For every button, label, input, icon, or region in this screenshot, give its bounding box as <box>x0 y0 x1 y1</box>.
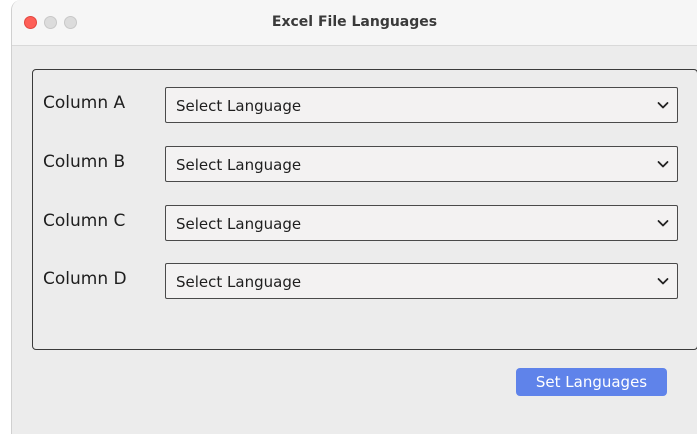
language-select-value: Select Language <box>176 215 302 233</box>
language-select-column-b[interactable]: Select Language <box>165 146 678 182</box>
set-languages-button[interactable]: Set Languages <box>516 368 667 396</box>
language-select-value: Select Language <box>176 97 302 115</box>
title-bar[interactable]: Excel File Languages <box>12 0 697 46</box>
chevron-down-icon <box>657 278 669 285</box>
window-title: Excel File Languages <box>271 14 438 30</box>
column-label-c: Column C <box>43 211 126 231</box>
chevron-down-icon <box>657 102 669 109</box>
chevron-down-icon <box>657 161 669 168</box>
language-select-column-c[interactable]: Select Language <box>165 205 678 241</box>
language-select-column-a[interactable]: Select Language <box>165 87 678 123</box>
column-label-b: Column B <box>43 152 126 172</box>
language-select-value: Select Language <box>176 156 302 174</box>
column-label-a: Column A <box>43 93 126 113</box>
language-select-column-d[interactable]: Select Language <box>165 263 678 299</box>
column-language-panel: Column A Select Language Column B Select… <box>32 69 697 350</box>
language-select-value: Select Language <box>176 273 302 291</box>
app-window: Excel File Languages Column A Select Lan… <box>11 0 697 434</box>
column-label-d: Column D <box>43 269 127 289</box>
chevron-down-icon <box>657 220 669 227</box>
